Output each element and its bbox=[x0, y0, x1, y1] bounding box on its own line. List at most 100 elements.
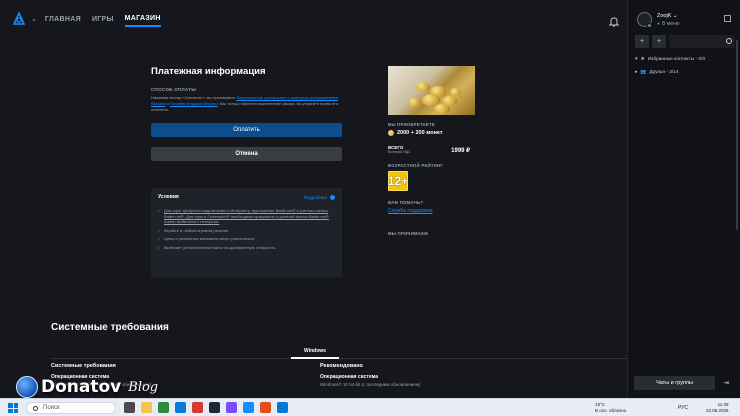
gamepad-icon: ● bbox=[657, 21, 661, 27]
add-friend-button[interactable]: + bbox=[635, 35, 649, 48]
page-title: Платежная информация bbox=[151, 66, 266, 77]
terms-title: Условия bbox=[158, 194, 179, 200]
coin-shape bbox=[434, 104, 450, 114]
rec-header: Рекомендовано bbox=[320, 363, 363, 369]
social-panel: ZoojK ⌄ ● В меню + + ▾ ★ Избранные контакты… bbox=[627, 0, 740, 398]
edge-icon[interactable] bbox=[175, 402, 186, 413]
taskbar-search-placeholder[interactable]: Поиск bbox=[43, 405, 60, 411]
terms-item: Для игры требуется подключение к Интерне… bbox=[158, 208, 335, 225]
username[interactable]: ZoojK ⌄ bbox=[657, 13, 678, 19]
terms-panel: Условия Подробнее Для игры требуется под… bbox=[151, 188, 342, 277]
rec-os-value: Windows® 10 64-bit (с последним обновлен… bbox=[320, 382, 421, 387]
app-icon[interactable] bbox=[260, 402, 271, 413]
nav-item-home[interactable]: ГЛАВНАЯ bbox=[45, 13, 81, 26]
friends-search-input[interactable] bbox=[669, 35, 735, 48]
pay-button[interactable]: Оплатить bbox=[151, 123, 342, 137]
sysreq-title: Системные требования bbox=[51, 322, 169, 333]
terms-more-label[interactable]: Подробнее bbox=[304, 195, 327, 200]
gold-coin-icon bbox=[388, 130, 394, 136]
username-text[interactable]: ZoojK bbox=[657, 13, 671, 19]
min-header: Системные требования bbox=[51, 363, 116, 369]
info-icon[interactable] bbox=[330, 194, 335, 200]
coin-shape bbox=[450, 88, 461, 96]
os-tab-divider bbox=[51, 358, 627, 359]
terms-item-text[interactable]: Для игры требуется подключение к Интерне… bbox=[164, 208, 329, 224]
total-row: ВСЕГО Включая НДС 1999 ₽ bbox=[388, 145, 470, 154]
add-group-button[interactable]: + bbox=[652, 35, 666, 48]
user-status: ● В меню bbox=[657, 21, 680, 27]
terms-item: Цены в розничных магазинах могут различа… bbox=[158, 236, 335, 242]
chevron-down-icon[interactable]: ⌄ bbox=[31, 15, 37, 23]
terms-of-sale-link[interactable]: Условия продажи Blizzard bbox=[170, 101, 218, 106]
weather-desc[interactable]: В осн. облачно bbox=[595, 408, 626, 414]
rec-requirements: Рекомендовано Операционная система Windo… bbox=[320, 363, 520, 387]
app-icon[interactable] bbox=[226, 402, 237, 413]
battlenet-taskbar-icon[interactable] bbox=[243, 402, 254, 413]
group-favorites-label[interactable]: Избранные контакты - 0/0 bbox=[648, 57, 705, 62]
rating-caption: ВОЗРАСТНОЙ РЕЙТИНГ bbox=[388, 163, 444, 168]
chevron-down-icon[interactable]: ▾ bbox=[635, 57, 637, 62]
total-value: 1999 ₽ bbox=[451, 148, 470, 154]
product-name: 2000 + 200 монет bbox=[397, 130, 443, 136]
chevron-down-icon[interactable]: ⌄ bbox=[673, 13, 678, 19]
popout-icon[interactable] bbox=[724, 15, 731, 22]
product-row: 2000 + 200 монет bbox=[388, 130, 498, 136]
weather-widget[interactable]: 19°C В осн. облачно bbox=[595, 402, 626, 413]
group-friends-label[interactable]: Друзья - 3/14 bbox=[649, 70, 678, 75]
terms-more-link[interactable]: Подробнее bbox=[304, 194, 335, 200]
support-link[interactable]: Служба поддержки bbox=[388, 208, 498, 214]
terms-item: Играйте в любом игровом регионе. bbox=[158, 228, 335, 234]
nav-item-games[interactable]: ИГРЫ bbox=[92, 13, 114, 26]
windows-taskbar: Поиск 19°C В осн. облачно РУС 11:39 22.0… bbox=[0, 398, 740, 416]
age-rating-badge: 12+ bbox=[388, 171, 408, 191]
buying-caption: ВЫ ПРИОБРЕТАЕТЕ bbox=[388, 122, 435, 127]
top-nav: ⌄ ГЛАВНАЯ ИГРЫ МАГАЗИН bbox=[0, 0, 627, 38]
app-icon[interactable] bbox=[277, 402, 288, 413]
taskbar-apps bbox=[124, 402, 288, 413]
cancel-button[interactable]: Отмена bbox=[151, 147, 342, 161]
terms-list: Для игры требуется подключение к Интерне… bbox=[158, 208, 335, 250]
terms-header: Условия Подробнее bbox=[158, 194, 335, 200]
collapse-icon[interactable]: ⇥ bbox=[719, 376, 733, 390]
watermark-brand: Donatov bbox=[41, 377, 122, 397]
bell-icon[interactable] bbox=[608, 14, 620, 27]
nav-item-shop[interactable]: МАГАЗИН bbox=[124, 12, 161, 27]
star-icon: ★ bbox=[640, 57, 645, 62]
group-favorites[interactable]: ▾ ★ Избранные контакты - 0/0 bbox=[635, 57, 705, 62]
app-icon[interactable] bbox=[158, 402, 169, 413]
windows-start-icon[interactable] bbox=[8, 403, 18, 413]
order-summary: ВЫ ПРИОБРЕТАЕТЕ 2000 + 200 монет ВСЕГО В… bbox=[388, 66, 498, 236]
steam-icon[interactable] bbox=[209, 402, 220, 413]
total-sub: Включая НДС bbox=[388, 150, 411, 154]
chats-and-groups-button[interactable]: Чаты и группы bbox=[634, 376, 715, 390]
taskbar-search-input[interactable]: Поиск bbox=[26, 402, 116, 414]
add-group-icon: + bbox=[656, 38, 662, 45]
scrollbar[interactable] bbox=[736, 40, 738, 230]
terms-item: Включает установленный налог на добавлен… bbox=[158, 245, 335, 251]
globe-icon bbox=[16, 376, 38, 398]
clock[interactable]: 11:39 22.06.2026 bbox=[706, 402, 729, 413]
language-indicator[interactable]: РУС bbox=[678, 405, 688, 411]
search-icon bbox=[33, 406, 38, 411]
watermark: Donatov Blog bbox=[16, 376, 158, 398]
battlenet-logo-icon[interactable] bbox=[10, 10, 28, 28]
help-caption: ВАМ ПОМОЧЬ? bbox=[388, 200, 424, 205]
online-status-icon bbox=[647, 23, 652, 28]
battlenet-window: ⌄ ГЛАВНАЯ ИГРЫ МАГАЗИН Платежная информа… bbox=[0, 0, 740, 398]
tab-windows[interactable]: Windows bbox=[291, 344, 339, 359]
user-status-text: В меню bbox=[662, 21, 680, 27]
watermark-suffix: Blog bbox=[128, 379, 159, 395]
search-icon bbox=[726, 38, 732, 44]
add-friend-icon: + bbox=[639, 38, 645, 45]
accept-caption: МЫ ПРИНИМАЕМ bbox=[388, 231, 428, 236]
rec-os-label: Операционная система bbox=[320, 374, 379, 380]
product-image bbox=[388, 66, 475, 115]
legal-text: Нажимая кнопку «Оплатить», вы принимаете… bbox=[151, 95, 343, 113]
explorer-icon[interactable] bbox=[141, 402, 152, 413]
checkout-main: Платежная информация СПОСОБ ОПЛАТЫ Нажим… bbox=[0, 38, 627, 398]
task-view-icon[interactable] bbox=[124, 402, 135, 413]
group-friends[interactable]: ▸ 👥 Друзья - 3/14 bbox=[635, 70, 679, 75]
chevron-right-icon[interactable]: ▸ bbox=[635, 70, 637, 75]
clock-date[interactable]: 22.06.2026 bbox=[706, 408, 729, 414]
app-icon[interactable] bbox=[192, 402, 203, 413]
